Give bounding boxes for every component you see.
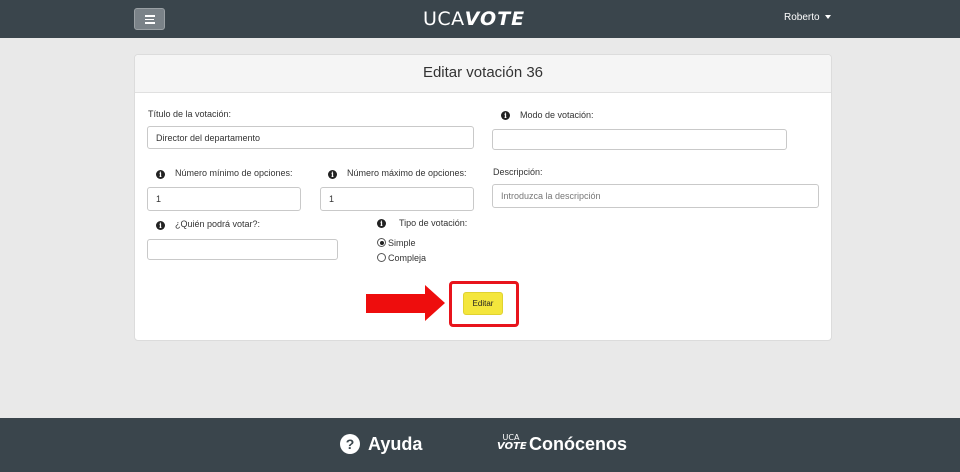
ucavote-mini-logo: UCA VOTE	[497, 433, 527, 455]
vote-type-complex-radio[interactable]	[377, 253, 386, 262]
about-label: Conócenos	[529, 433, 628, 454]
who-can-vote-label: ¿Quién podrá votar?:	[175, 219, 261, 229]
user-menu-dropdown[interactable]: Roberto	[784, 12, 831, 23]
max-options-value: 1	[329, 194, 335, 204]
menu-icon-line	[145, 18, 154, 20]
annotation-arrow-head	[425, 285, 445, 321]
vote-type-complex-label[interactable]: Compleja	[388, 253, 426, 263]
edit-submit-button[interactable]: Editar	[463, 292, 503, 315]
help-link[interactable]: ? Ayuda	[340, 432, 422, 456]
info-icon: i	[377, 219, 386, 228]
info-icon: i	[501, 111, 510, 120]
min-options-label: Número mínimo de opciones:	[175, 168, 293, 178]
description-placeholder: Introduzca la descripción	[501, 191, 601, 201]
vote-type-label: Tipo de votación:	[399, 218, 468, 228]
vote-type-simple-label[interactable]: Simple	[388, 238, 416, 248]
vote-mode-label: Modo de votación:	[520, 110, 594, 120]
card-header: Editar votación 36	[135, 55, 831, 93]
vote-title-input[interactable]: Director del departamento	[147, 126, 474, 149]
footer	[0, 418, 960, 472]
info-icon: i	[156, 170, 165, 179]
caret-down-icon	[824, 15, 831, 20]
min-options-value: 1	[156, 194, 162, 204]
brand-logo-part1: UCA	[423, 8, 465, 30]
max-options-label: Número máximo de opciones:	[347, 168, 467, 178]
info-icon: i	[156, 221, 165, 230]
about-link[interactable]: UCA VOTE Conócenos	[497, 432, 627, 456]
info-icon: i	[328, 170, 337, 179]
brand-logo[interactable]: UCAVOTE	[423, 8, 525, 30]
vote-mode-select[interactable]	[492, 129, 787, 150]
annotation-arrow	[366, 294, 427, 313]
description-label: Descripción:	[493, 167, 543, 177]
max-options-input[interactable]: 1	[320, 187, 474, 211]
question-icon: ?	[340, 434, 360, 454]
vote-type-simple-radio[interactable]	[377, 238, 386, 247]
menu-toggle-button[interactable]	[134, 8, 165, 30]
who-can-vote-select[interactable]	[147, 239, 338, 260]
help-label: Ayuda	[368, 433, 423, 454]
min-options-input[interactable]: 1	[147, 187, 301, 211]
page-title: Editar votación 36	[422, 64, 544, 81]
vote-title-label: Título de la votación:	[148, 109, 232, 119]
user-name: Roberto	[784, 12, 820, 23]
menu-icon-line	[145, 22, 155, 24]
menu-icon	[145, 15, 155, 17]
mini-logo-bottom: VOTE	[497, 441, 527, 452]
brand-logo-part2: VOTE	[464, 8, 526, 30]
vote-title-value: Director del departamento	[156, 132, 261, 143]
description-input[interactable]: Introduzca la descripción	[492, 184, 819, 208]
